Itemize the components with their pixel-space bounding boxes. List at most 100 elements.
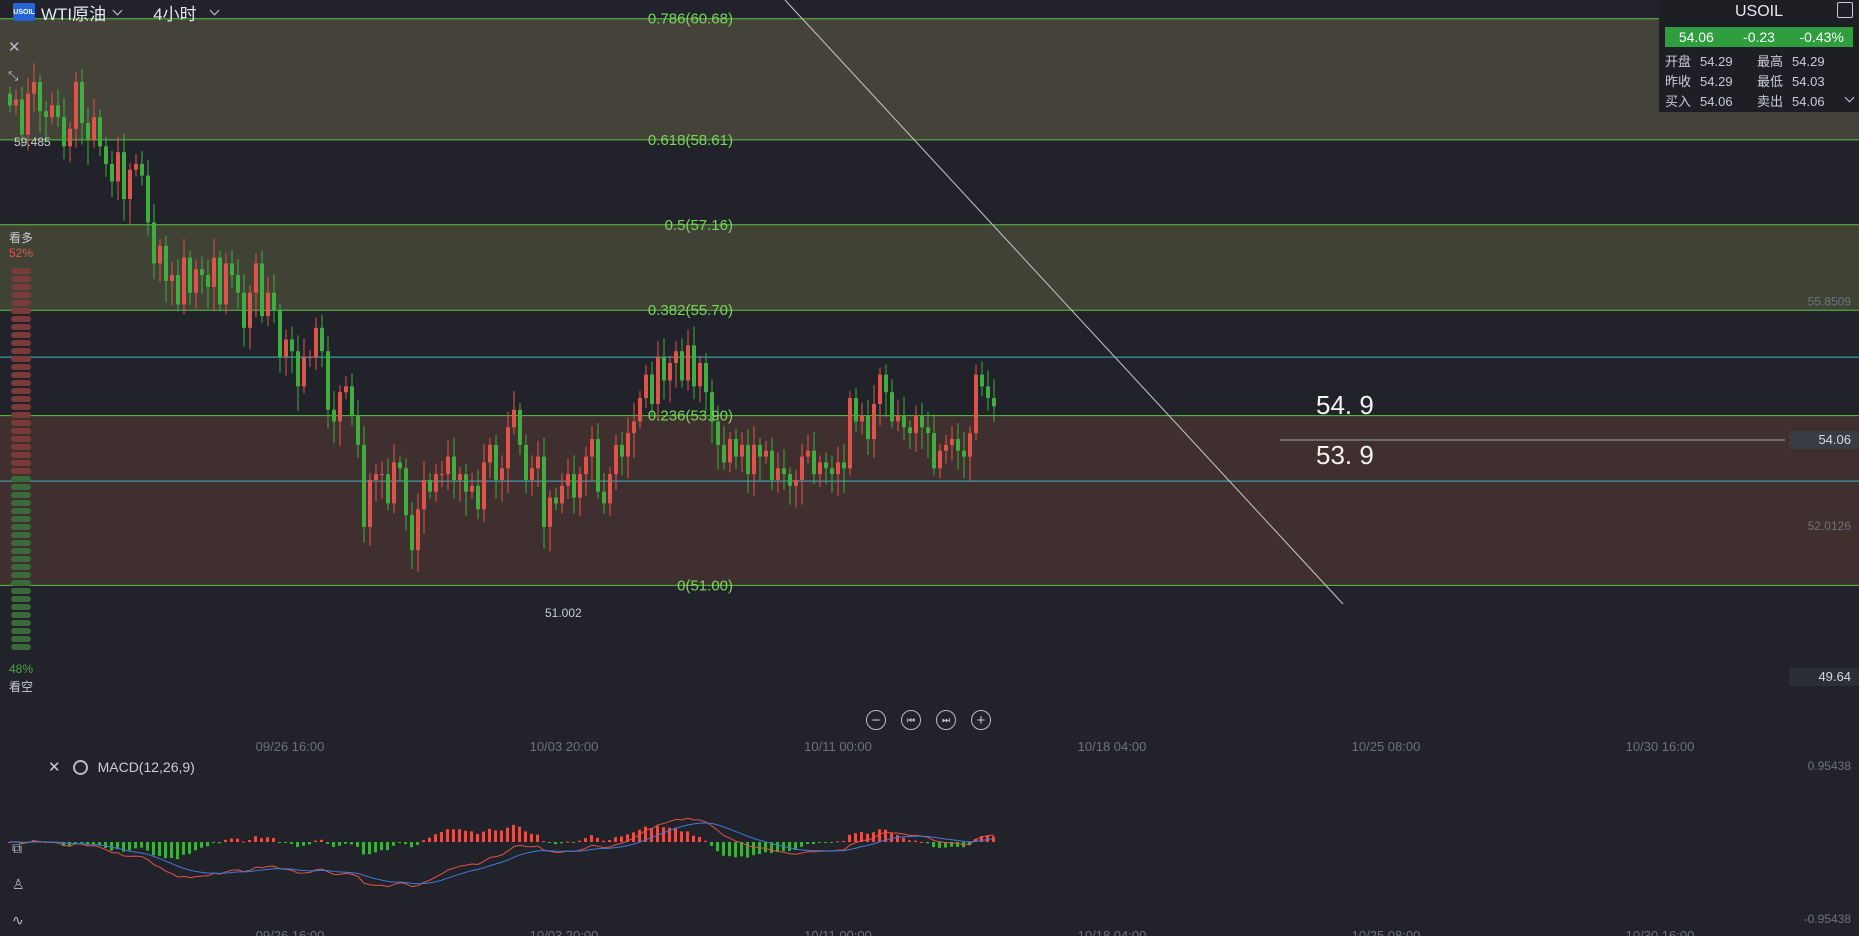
macd-histogram-bar	[896, 835, 899, 842]
candle-body	[722, 444, 726, 463]
close-icon[interactable]: ✕	[8, 38, 21, 56]
candle-body	[254, 263, 258, 293]
drawing-tool-icon[interactable]: ♙	[12, 876, 25, 893]
candle-body	[194, 269, 198, 293]
macd-histogram-bar	[182, 842, 185, 855]
candle-body	[380, 474, 384, 476]
candle-body	[116, 152, 120, 182]
macd-histogram-bar	[470, 831, 473, 842]
sentiment-segment	[11, 396, 31, 402]
chart-tool-icon[interactable]: ⧉	[12, 840, 22, 857]
sentiment-segment	[11, 444, 31, 450]
candle-body	[416, 509, 420, 551]
macd-histogram-bar	[926, 842, 929, 844]
candle-body	[824, 462, 828, 469]
macd-histogram-bar	[338, 842, 341, 846]
candle-body	[980, 374, 984, 387]
candle-body	[122, 152, 126, 200]
skip-back-button[interactable]: ⏮	[901, 710, 921, 730]
candle-body	[488, 444, 492, 463]
sentiment-segment	[11, 372, 31, 378]
macd-axis-top: 0.95438	[1808, 759, 1852, 773]
macd-histogram-bar	[368, 842, 371, 855]
level-annotation-lower[interactable]: 53. 9	[1316, 440, 1374, 470]
sentiment-segment	[11, 636, 31, 642]
panel-toggle-icon[interactable]	[1837, 2, 1853, 18]
collapse-icon[interactable]: ⤡	[8, 68, 18, 84]
candle-body	[308, 357, 312, 359]
macd-histogram-bar	[530, 833, 533, 842]
macd-histogram-bar	[302, 842, 305, 846]
candle-body	[704, 362, 708, 393]
macd-histogram-bar	[206, 842, 209, 847]
macd-histogram-bar	[824, 842, 827, 843]
bull-percent: 52%	[8, 246, 34, 260]
prev-close-stat: 昨收 54.29	[1665, 71, 1733, 90]
candle-body	[860, 415, 864, 422]
time-axis-label: 09/26 16:00	[256, 739, 325, 754]
symbol-selector[interactable]: WTI原油	[41, 0, 123, 25]
candle-body	[794, 480, 798, 486]
candle-body	[596, 439, 600, 492]
timeframe-selector[interactable]: 4小时	[153, 0, 220, 25]
chevron-down-icon[interactable]	[1844, 92, 1855, 103]
macd-histogram-bar	[620, 836, 623, 842]
low-label: 最低	[1757, 74, 1784, 89]
sentiment-segment	[11, 468, 31, 474]
macd-histogram-bar	[836, 841, 839, 843]
zoom-in-button[interactable]: +	[971, 710, 991, 730]
candle-body	[332, 409, 336, 422]
macd-histogram-bar	[842, 840, 845, 842]
candle-body	[62, 117, 66, 147]
candle-body	[362, 444, 366, 527]
sentiment-segment	[11, 356, 31, 362]
sentiment-segment	[11, 572, 31, 578]
candle-body	[326, 351, 330, 410]
candle-body	[494, 444, 498, 480]
candle-body	[758, 444, 762, 457]
macd-histogram-bar	[410, 842, 413, 848]
sentiment-segment	[11, 284, 31, 290]
macd-histogram-bar	[476, 833, 479, 842]
time-axis-label: 10/30 16:00	[1626, 928, 1695, 936]
macd-histogram-bar	[392, 842, 395, 846]
candle-body	[98, 117, 102, 147]
price-chart[interactable]: 0.786(60.68) 0.618(58.61) 0.5(57.16) 0.382(…	[0, 0, 1859, 936]
candle-body	[50, 105, 54, 118]
indicator-tool-icon[interactable]: ∿	[12, 912, 24, 929]
sentiment-segment	[11, 420, 31, 426]
candle-body	[44, 111, 48, 118]
candle-body	[716, 421, 720, 445]
candle-body	[422, 480, 426, 510]
macd-dif-line	[9, 817, 995, 888]
zoom-out-button[interactable]: −	[866, 710, 886, 730]
candle-body	[836, 462, 840, 475]
candle-body	[344, 386, 348, 393]
skip-forward-button[interactable]: ⏭	[936, 710, 956, 730]
close-icon[interactable]: ✕	[48, 758, 61, 776]
toolbar: USOIL WTI原油 4小时	[0, 0, 220, 25]
macd-histogram-bar	[650, 828, 653, 842]
sentiment-segment	[11, 484, 31, 490]
macd-histogram-bar	[710, 842, 713, 846]
candle-body	[902, 415, 906, 428]
candle-body	[320, 327, 324, 352]
macd-histogram-bar	[800, 842, 803, 847]
candle-body	[302, 357, 306, 387]
candle-body	[200, 269, 204, 276]
ask-value: 54.06	[1792, 94, 1825, 109]
candle-body	[854, 398, 858, 422]
macd-histogram-bar	[590, 835, 593, 842]
sentiment-segment	[11, 436, 31, 442]
macd-histogram-bar	[194, 842, 197, 851]
candle-body	[158, 245, 162, 264]
level-annotation-upper[interactable]: 54. 9	[1316, 390, 1374, 420]
macd-histogram-bar	[686, 831, 689, 842]
candle-body	[338, 392, 342, 422]
macd-histogram-bar	[386, 842, 389, 851]
candle-body	[452, 456, 456, 480]
macd-histogram-bar	[812, 842, 815, 844]
gear-icon[interactable]	[72, 759, 88, 775]
ask-stat: 卖出 54.06	[1757, 91, 1825, 110]
fib-label: 0.786(60.68)	[648, 11, 733, 28]
